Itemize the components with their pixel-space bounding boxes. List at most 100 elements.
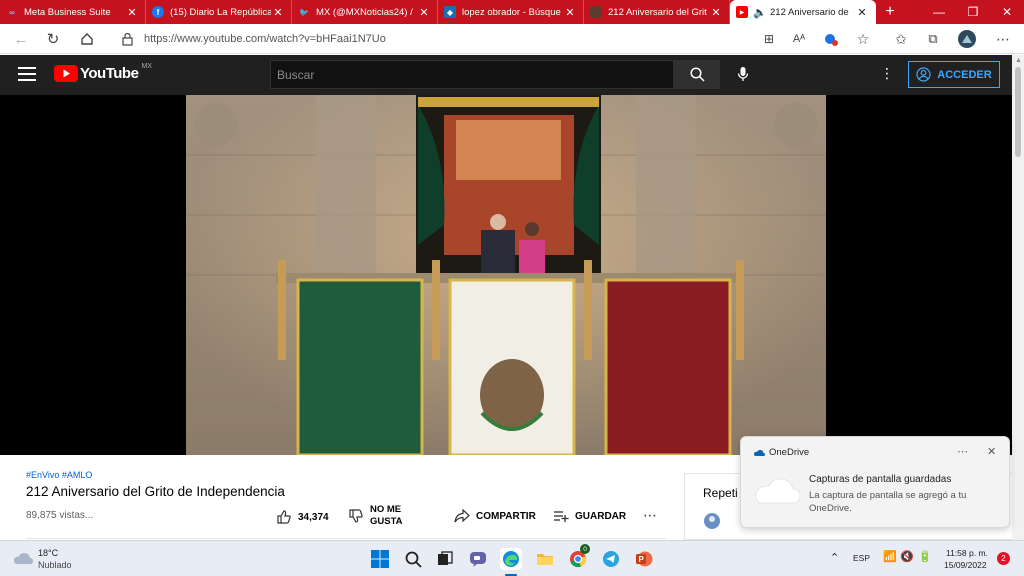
tab-lopez-obrador-search[interactable]: ◆ lopez obrador - Búsque ✕ bbox=[438, 0, 584, 24]
like-count: 34,374 bbox=[298, 511, 329, 523]
read-aloud-icon[interactable]: Aᴬ bbox=[788, 28, 810, 50]
collections-icon[interactable]: ⧉ bbox=[922, 28, 944, 50]
account-icon bbox=[916, 67, 931, 82]
app-available-icon[interactable]: ⊞ bbox=[758, 28, 780, 50]
show-hidden-icons-icon[interactable]: ⌃ bbox=[830, 551, 839, 564]
clock-date[interactable]: 15/09/2022 bbox=[944, 560, 987, 570]
close-tab-icon[interactable]: ✕ bbox=[855, 6, 869, 19]
speaker-icon[interactable]: 🔈 bbox=[753, 6, 767, 19]
battery-icon[interactable]: 🔋 bbox=[918, 550, 932, 563]
tab-meta-business-suite[interactable]: ∞ Meta Business Suite ✕ bbox=[0, 0, 146, 24]
tab-title: 212 Aniversario del Grit bbox=[608, 6, 707, 18]
close-window-button[interactable]: ✕ bbox=[990, 0, 1024, 24]
tab-aniversario-grito-1[interactable]: 212 Aniversario del Grit ✕ bbox=[584, 0, 730, 24]
lock-icon[interactable] bbox=[116, 28, 138, 50]
signin-button[interactable]: ACCEDER bbox=[908, 61, 1000, 88]
onedrive-notification[interactable]: OneDrive ⋯ ✕ Capturas de pantalla guarda… bbox=[740, 436, 1010, 528]
notification-more-icon[interactable]: ⋯ bbox=[957, 445, 968, 458]
thumbs-down-icon bbox=[349, 509, 363, 523]
search-input[interactable]: Buscar bbox=[270, 60, 674, 89]
volume-muted-icon[interactable]: 🔇 bbox=[900, 550, 914, 563]
close-tab-icon[interactable]: ✕ bbox=[271, 6, 285, 19]
close-tab-icon[interactable]: ✕ bbox=[563, 6, 577, 19]
thumbnail-icon bbox=[590, 6, 602, 18]
settings-more-icon[interactable]: ⋮ bbox=[880, 66, 894, 80]
notification-body: La captura de pantalla se agregó a tu On… bbox=[809, 490, 967, 514]
address-bar-row: ← ↻ https://www.youtube.com/watch?v=bHFa… bbox=[0, 24, 1024, 54]
view-count[interactable]: 89,875 vistas... bbox=[26, 510, 93, 521]
weather-temp[interactable]: 18°C bbox=[38, 548, 58, 558]
onedrive-icon bbox=[754, 450, 765, 456]
folder-icon bbox=[537, 554, 553, 565]
dislike-label: NO ME bbox=[370, 504, 402, 515]
menu-icon[interactable] bbox=[18, 67, 36, 81]
share-button[interactable]: COMPARTIR bbox=[454, 509, 536, 523]
video-player[interactable] bbox=[0, 95, 1012, 455]
chat-avatar-icon bbox=[704, 513, 720, 529]
powerpoint-app-button[interactable]: P bbox=[633, 548, 655, 570]
wifi-icon[interactable]: 📶 bbox=[883, 550, 897, 563]
search-icon bbox=[689, 67, 705, 82]
signin-label: ACCEDER bbox=[937, 68, 992, 81]
scroll-thumb[interactable] bbox=[1015, 67, 1021, 157]
page-scrollbar[interactable]: ▲ bbox=[1012, 55, 1024, 540]
playlist-add-icon bbox=[554, 511, 569, 522]
favorites-icon[interactable]: ✩ bbox=[890, 28, 912, 50]
clock-time[interactable]: 11:58 p. m. bbox=[946, 548, 988, 558]
start-button[interactable] bbox=[369, 548, 391, 570]
scroll-up-arrow[interactable]: ▲ bbox=[1015, 57, 1022, 64]
dislike-button[interactable]: NO ME GUSTA bbox=[348, 504, 403, 528]
hashtags-link[interactable]: #EnVivo #AMLO bbox=[26, 470, 92, 480]
notification-count-badge[interactable]: 2 bbox=[997, 552, 1010, 565]
profile-avatar[interactable] bbox=[956, 28, 978, 50]
tab-strip: ∞ Meta Business Suite ✕ f (15) Diario La… bbox=[0, 0, 1024, 24]
video-title: 212 Aniversario del Grito de Independenc… bbox=[26, 484, 285, 499]
restore-button[interactable]: ❐ bbox=[956, 0, 990, 24]
weather-cloud-icon[interactable] bbox=[12, 550, 34, 566]
favorite-star-icon[interactable]: ☆ bbox=[852, 28, 874, 50]
notification-close-icon[interactable]: ✕ bbox=[987, 445, 996, 458]
reload-button[interactable]: ↻ bbox=[42, 28, 64, 50]
youtube-icon: ▶ bbox=[736, 6, 748, 18]
like-button[interactable]: 34,374 bbox=[276, 509, 329, 525]
new-tab-button[interactable]: + bbox=[876, 0, 904, 24]
chrome-app-button[interactable]: 0 bbox=[567, 544, 590, 570]
tab-title: 212 Aniversario de bbox=[770, 6, 849, 18]
minimize-button[interactable]: — bbox=[922, 0, 956, 24]
facebook-icon: f bbox=[152, 6, 164, 18]
edge-icon bbox=[503, 551, 519, 567]
twitter-icon: 🐦 bbox=[299, 7, 309, 17]
extension-icon[interactable] bbox=[820, 28, 842, 50]
telegram-icon bbox=[603, 551, 619, 567]
close-tab-icon[interactable]: ✕ bbox=[125, 6, 139, 19]
teams-chat-button[interactable] bbox=[467, 548, 489, 570]
back-button[interactable]: ← bbox=[10, 28, 32, 50]
svg-text:P: P bbox=[639, 555, 645, 564]
input-language[interactable]: ESP bbox=[853, 553, 870, 563]
meta-icon: ∞ bbox=[9, 7, 15, 17]
telegram-app-button[interactable] bbox=[600, 548, 622, 570]
settings-more-icon[interactable]: ⋯ bbox=[992, 28, 1014, 50]
divider bbox=[26, 538, 666, 539]
file-explorer-button[interactable] bbox=[534, 548, 556, 570]
more-actions-icon[interactable]: ⋯ bbox=[643, 507, 657, 524]
edge-app-button[interactable] bbox=[500, 548, 522, 570]
tab-mx-noticias[interactable]: 🐦 MX (@MXNoticias24) / ✕ bbox=[292, 0, 438, 24]
taskbar-search-button[interactable] bbox=[402, 548, 424, 570]
home-button[interactable] bbox=[76, 28, 98, 50]
voice-search-button[interactable] bbox=[731, 62, 755, 86]
youtube-logo[interactable]: YouTube MX bbox=[54, 63, 152, 82]
close-tab-icon[interactable]: ✕ bbox=[417, 6, 431, 19]
search-button[interactable] bbox=[674, 60, 720, 89]
task-view-button[interactable] bbox=[434, 548, 456, 570]
weather-condition[interactable]: Nublado bbox=[38, 560, 72, 570]
tweetdeck-icon: ◆ bbox=[444, 6, 456, 18]
youtube-logo-icon bbox=[54, 65, 78, 82]
windows-icon bbox=[371, 550, 389, 568]
tab-aniversario-grito-active[interactable]: ▶ 🔈 212 Aniversario de ✕ bbox=[730, 0, 876, 24]
notification-title: Capturas de pantalla guardadas bbox=[809, 474, 952, 485]
region-label: MX bbox=[141, 63, 152, 70]
tab-diario-la-republica[interactable]: f (15) Diario La República ✕ bbox=[146, 0, 292, 24]
close-tab-icon[interactable]: ✕ bbox=[709, 6, 723, 19]
save-button[interactable]: GUARDAR bbox=[553, 509, 626, 523]
